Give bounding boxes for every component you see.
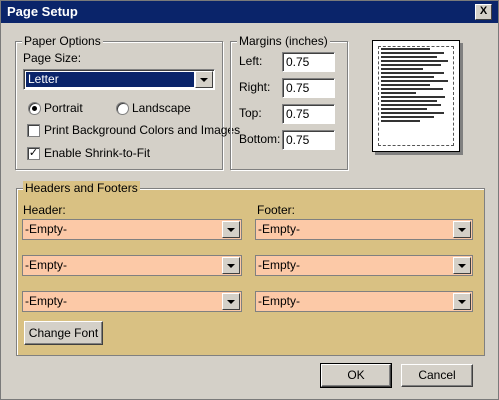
- title-bar[interactable]: Page Setup X: [1, 1, 498, 23]
- footer-value-2: -Empty-: [258, 258, 300, 272]
- page-size-value: Letter: [26, 72, 194, 87]
- footer-label: Footer:: [257, 203, 296, 217]
- header-dropdown-3[interactable]: -Empty-: [22, 291, 242, 312]
- footer-dropdown-2[interactable]: -Empty-: [255, 255, 473, 276]
- paper-options-legend: Paper Options: [22, 34, 103, 48]
- page-preview: [372, 40, 460, 152]
- page-setup-dialog: Page Setup X Paper Options Page Size: Le…: [0, 0, 499, 400]
- right-margin-label: Right:: [239, 80, 271, 94]
- print-background-label[interactable]: Print Background Colors and Images: [44, 123, 240, 137]
- top-margin-input[interactable]: 0.75: [282, 104, 335, 124]
- close-button[interactable]: X: [475, 4, 492, 20]
- portrait-label[interactable]: Portrait: [44, 101, 83, 115]
- chevron-down-icon[interactable]: [222, 257, 240, 274]
- left-margin-input[interactable]: 0.75: [282, 52, 335, 72]
- footer-dropdown-3[interactable]: -Empty-: [255, 291, 473, 312]
- bottom-margin-label: Bottom:: [239, 132, 281, 146]
- landscape-label[interactable]: Landscape: [132, 101, 191, 115]
- footer-value-3: -Empty-: [258, 294, 300, 308]
- right-margin-input[interactable]: 0.75: [282, 78, 335, 98]
- chevron-down-icon[interactable]: [222, 221, 240, 238]
- margins-legend: Margins (inches): [237, 34, 330, 48]
- shrink-to-fit-label[interactable]: Enable Shrink-to-Fit: [44, 146, 150, 160]
- header-dropdown-2[interactable]: -Empty-: [22, 255, 242, 276]
- left-margin-label: Left:: [239, 54, 263, 68]
- cancel-button[interactable]: Cancel: [401, 364, 473, 387]
- shrink-to-fit-checkbox[interactable]: ✓: [27, 147, 40, 160]
- page-size-dropdown[interactable]: Letter: [23, 69, 215, 90]
- bottom-margin-input[interactable]: 0.75: [282, 130, 335, 150]
- chevron-down-icon[interactable]: [453, 257, 471, 274]
- top-margin-label: Top:: [239, 106, 262, 120]
- portrait-radio[interactable]: [28, 102, 41, 115]
- header-value-2: -Empty-: [25, 258, 67, 272]
- ok-button[interactable]: OK: [320, 363, 392, 388]
- footer-value-1: -Empty-: [258, 222, 300, 236]
- page-size-label: Page Size:: [23, 51, 82, 65]
- header-label: Header:: [23, 203, 66, 217]
- header-dropdown-1[interactable]: -Empty-: [22, 219, 242, 240]
- chevron-down-icon[interactable]: [453, 293, 471, 310]
- footer-dropdown-1[interactable]: -Empty-: [255, 219, 473, 240]
- headers-footers-legend: Headers and Footers: [23, 181, 140, 195]
- chevron-down-icon[interactable]: [222, 293, 240, 310]
- chevron-down-icon[interactable]: [195, 71, 213, 88]
- print-background-checkbox[interactable]: [27, 124, 40, 137]
- chevron-down-icon[interactable]: [453, 221, 471, 238]
- header-value-1: -Empty-: [25, 222, 67, 236]
- landscape-radio[interactable]: [116, 102, 129, 115]
- preview-text-lines: [381, 48, 451, 124]
- change-font-button[interactable]: Change Font: [24, 321, 103, 345]
- window-title: Page Setup: [7, 4, 78, 19]
- header-value-3: -Empty-: [25, 294, 67, 308]
